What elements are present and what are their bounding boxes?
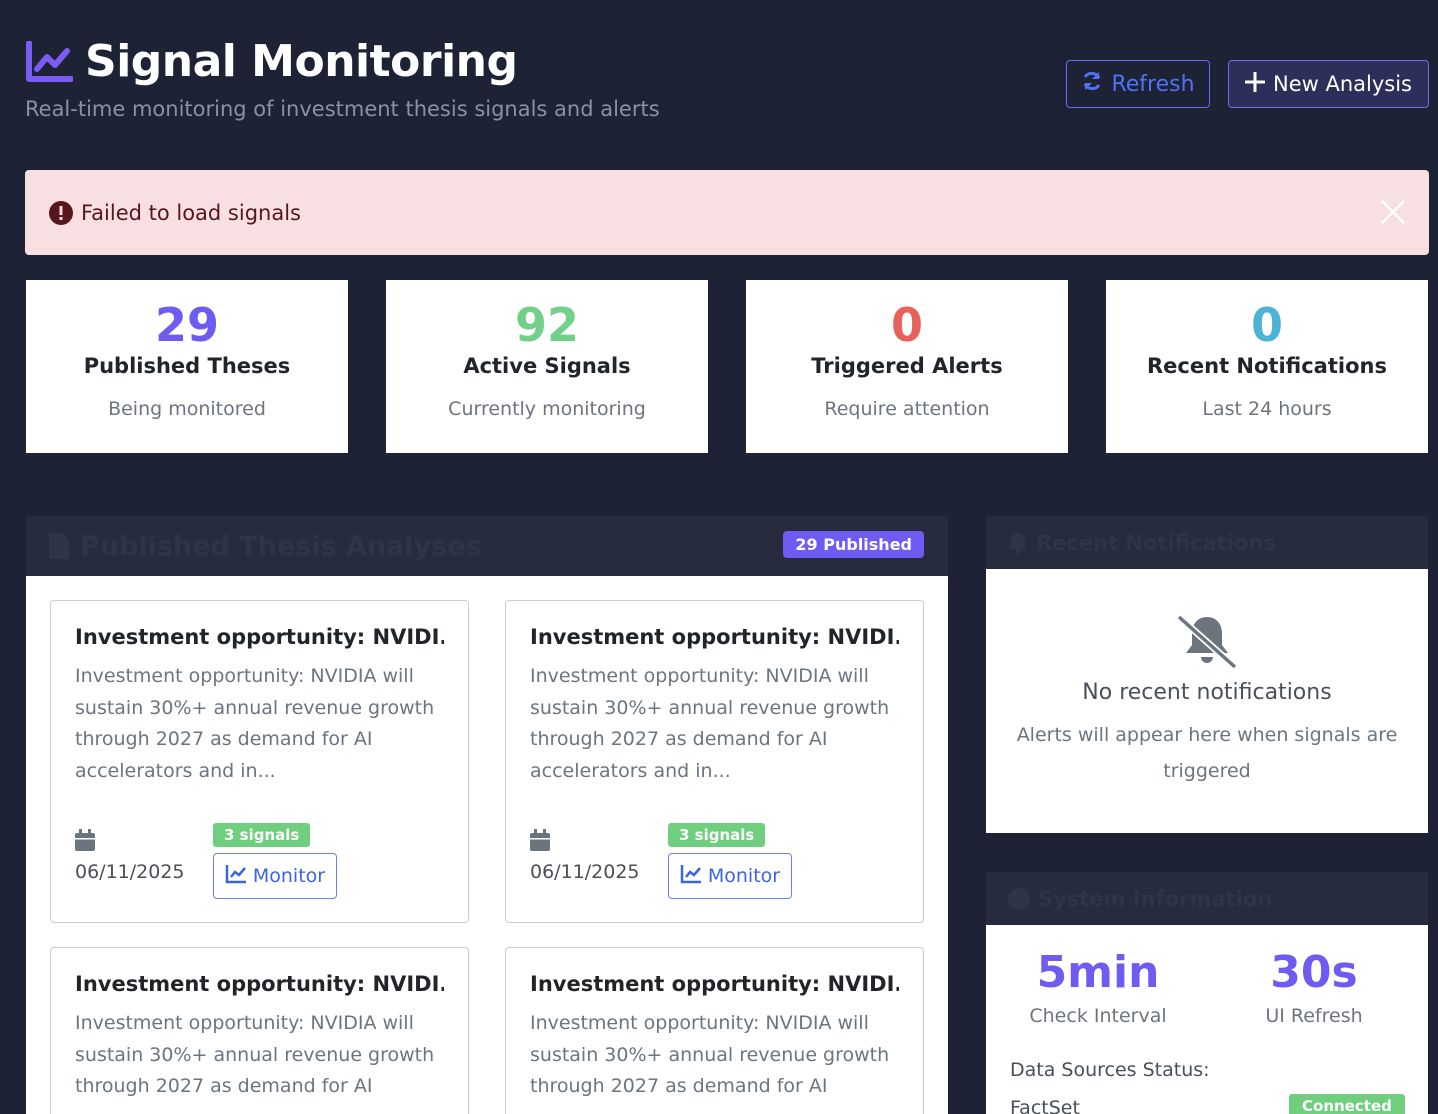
- stat-subtitle: Last 24 hours: [1202, 398, 1332, 420]
- stat-label: Triggered Alerts: [811, 354, 1003, 378]
- stat-subtitle: Being monitored: [108, 398, 266, 420]
- thesis-card-description: Investment opportunity: NVIDIA will sust…: [75, 665, 435, 782]
- file-icon: [48, 532, 70, 560]
- notifications-panel-body: No recent notifications Alerts will appe…: [986, 569, 1428, 833]
- stat-card-active-signals: 92 Active Signals Currently monitoring: [386, 280, 708, 453]
- stat-card-recent-notifications: 0 Recent Notifications Last 24 hours: [1106, 280, 1428, 453]
- stat-value: 92: [514, 298, 579, 352]
- theses-panel-title: Published Thesis Analyses: [80, 530, 482, 562]
- system-panel-body: 5min Check Interval 30s UI Refresh Data …: [986, 925, 1428, 1114]
- thesis-card-description: Investment opportunity: NVIDIA will sust…: [75, 1012, 435, 1097]
- exclamation-circle-icon: [49, 200, 73, 225]
- stat-subtitle: Require attention: [824, 398, 990, 420]
- thesis-card-footer: 06/11/2025 3 signals Monitor: [530, 823, 900, 909]
- thesis-card-date: 06/11/2025: [530, 861, 640, 883]
- data-sources-label: Data Sources Status:: [1010, 1059, 1210, 1081]
- monitor-label: Monitor: [707, 865, 781, 887]
- thesis-card[interactable]: Investment opportunity: NVIDI... Investm…: [505, 600, 924, 923]
- error-alert: Failed to load signals: [25, 170, 1429, 255]
- thesis-card-date: 06/11/2025: [75, 861, 185, 883]
- stat-value: 0: [890, 298, 923, 352]
- thesis-card[interactable]: Investment opportunity: NVIDI... Investm…: [50, 947, 469, 1114]
- thesis-card-title: Investment opportunity: NVIDI...: [530, 625, 899, 649]
- connection-status-badge: Connected: [1289, 1094, 1405, 1114]
- empty-state-title: No recent notifications: [1082, 680, 1332, 705]
- refresh-button[interactable]: Refresh: [1066, 60, 1210, 108]
- page-subtitle: Real-time monitoring of investment thesi…: [25, 97, 660, 121]
- system-panel-title: System Information: [1038, 886, 1273, 911]
- stat-subtitle: Currently monitoring: [448, 398, 646, 420]
- thesis-card-description: Investment opportunity: NVIDIA will sust…: [530, 1012, 890, 1097]
- notifications-panel-header: Recent Notifications: [986, 516, 1428, 569]
- stat-card-triggered-alerts: 0 Triggered Alerts Require attention: [746, 280, 1068, 453]
- plus-icon: [1244, 71, 1266, 97]
- thesis-card-title: Investment opportunity: NVIDI...: [75, 625, 444, 649]
- stat-value: 0: [1250, 298, 1283, 352]
- empty-state-subtitle: Alerts will appear here when signals are…: [1016, 724, 1398, 782]
- signals-count-badge: 3 signals: [668, 823, 766, 847]
- info-circle-icon: [1008, 887, 1030, 910]
- line-chart-icon: [225, 864, 247, 889]
- stat-card-published-theses: 29 Published Theses Being monitored: [26, 280, 348, 453]
- check-interval-label: Check Interval: [1029, 1005, 1167, 1027]
- thesis-card[interactable]: Investment opportunity: NVIDI... Investm…: [505, 947, 924, 1114]
- stat-label: Recent Notifications: [1147, 354, 1387, 378]
- bell-slash-icon: [1175, 613, 1239, 670]
- page-header: Signal Monitoring Real-time monitoring o…: [25, 36, 660, 121]
- ui-refresh-value: 30s: [1270, 947, 1358, 998]
- line-chart-icon: [680, 864, 702, 889]
- calendar-icon: [530, 829, 550, 851]
- thesis-card-title: Investment opportunity: NVIDI...: [530, 972, 899, 996]
- alert-message: Failed to load signals: [81, 200, 301, 225]
- signals-count-badge: 3 signals: [213, 823, 311, 847]
- refresh-icon: [1081, 70, 1103, 98]
- thesis-card[interactable]: Investment opportunity: NVIDI... Investm…: [50, 600, 469, 923]
- stat-label: Published Theses: [83, 354, 291, 378]
- thesis-card-title: Investment opportunity: NVIDI...: [75, 972, 444, 996]
- bell-icon: [1008, 532, 1028, 554]
- refresh-label: Refresh: [1111, 71, 1195, 97]
- thesis-card-footer: 06/11/2025 3 signals Monitor: [75, 823, 445, 909]
- check-interval-value: 5min: [1036, 947, 1160, 998]
- thesis-card-description: Investment opportunity: NVIDIA will sust…: [530, 665, 890, 782]
- system-panel-header: System Information: [986, 872, 1428, 925]
- line-chart-icon: [25, 40, 73, 83]
- published-count-badge: 29 Published: [783, 531, 924, 558]
- monitor-button[interactable]: Monitor: [668, 853, 792, 899]
- calendar-icon: [75, 829, 95, 851]
- data-source-name: FactSet: [1010, 1097, 1080, 1114]
- page-title: Signal Monitoring: [85, 36, 518, 87]
- stat-label: Active Signals: [463, 354, 631, 378]
- stat-value: 29: [154, 298, 219, 352]
- new-analysis-button[interactable]: New Analysis: [1228, 60, 1429, 108]
- close-icon[interactable]: [1379, 198, 1407, 226]
- monitor-button[interactable]: Monitor: [213, 853, 337, 899]
- monitor-label: Monitor: [252, 865, 326, 887]
- new-analysis-label: New Analysis: [1272, 72, 1412, 96]
- ui-refresh-label: UI Refresh: [1265, 1005, 1363, 1027]
- notifications-panel-title: Recent Notifications: [1036, 530, 1276, 555]
- theses-panel-header: Published Thesis Analyses 29 Published: [26, 516, 948, 576]
